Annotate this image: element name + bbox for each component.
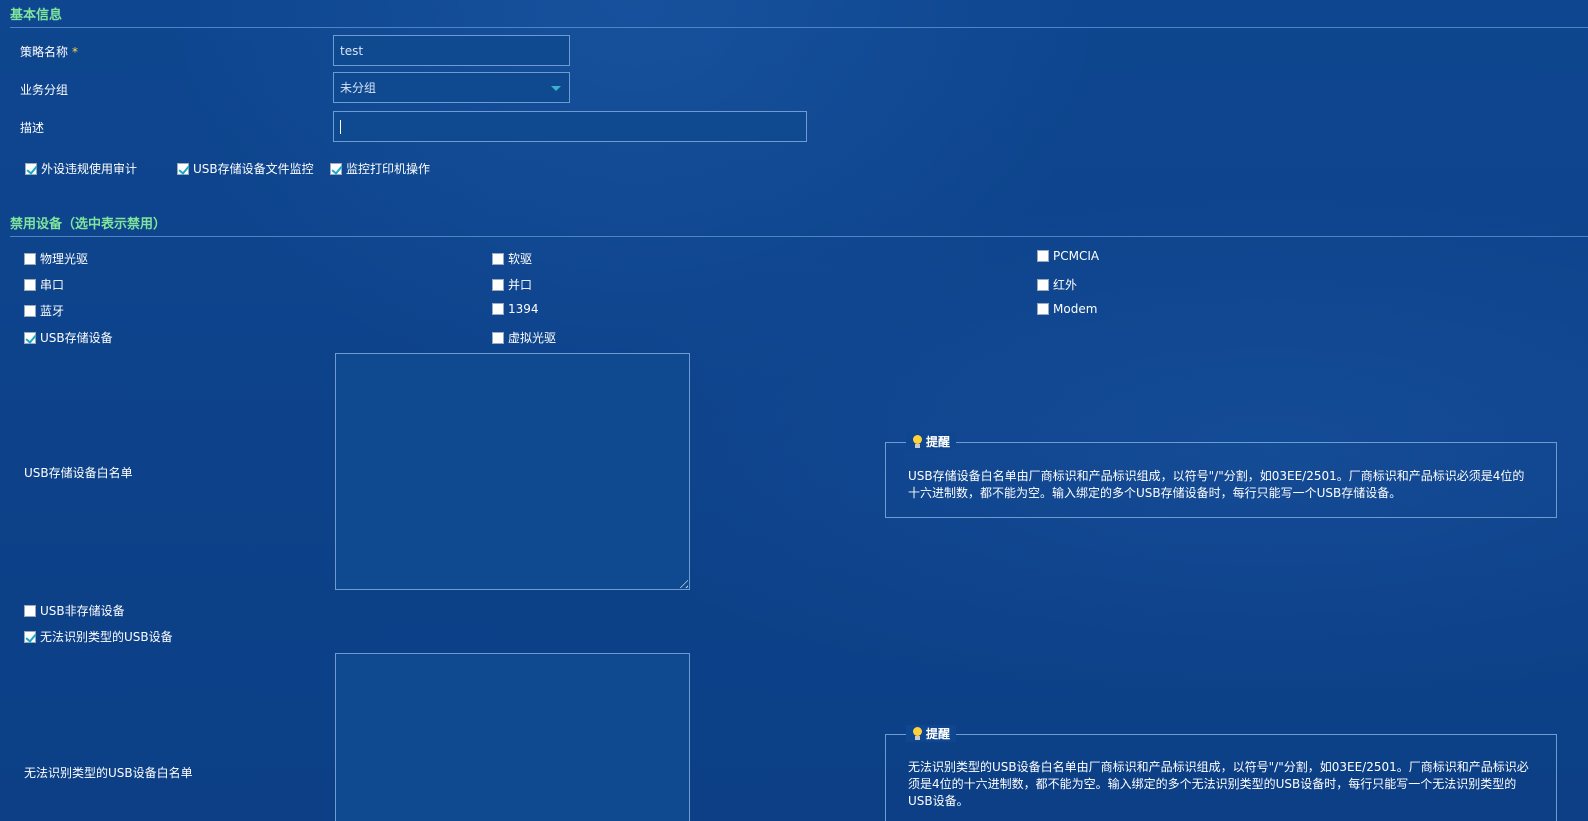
unknown-usb-whitelist-textarea[interactable] xyxy=(335,653,690,821)
checkbox-box[interactable] xyxy=(24,252,36,265)
usb-whitelist-label: USB存储设备白名单 xyxy=(24,466,133,480)
text-cursor xyxy=(340,119,341,134)
device-usb-non-storage-label: USB非存储设备 xyxy=(40,604,125,618)
checkbox-box[interactable] xyxy=(492,303,504,315)
option-usb-file-monitor-checkbox[interactable]: USB存储设备文件监控 xyxy=(177,160,314,177)
device-1394-checkbox[interactable]: 1394 xyxy=(492,302,539,316)
resize-handle[interactable] xyxy=(676,576,688,588)
chevron-down-icon xyxy=(551,86,561,91)
option-printer-monitor-label: 监控打印机操作 xyxy=(346,162,431,176)
option-usb-file-monitor-label: USB存储设备文件监控 xyxy=(193,162,314,176)
policy-name-label-text: 策略名称 xyxy=(20,45,69,59)
device-serial-checkbox[interactable]: 串口 xyxy=(24,276,64,293)
device-usb-non-storage-checkbox[interactable]: USB非存储设备 xyxy=(24,602,125,619)
tip-legend: 提醒 xyxy=(906,725,957,742)
usb-whitelist-textarea[interactable] xyxy=(335,353,690,590)
checkbox-box[interactable] xyxy=(330,162,342,175)
tip-legend: 提醒 xyxy=(906,433,957,450)
checkbox-box[interactable] xyxy=(492,331,504,344)
device-usb-unknown-checkbox[interactable]: 无法识别类型的USB设备 xyxy=(24,628,173,645)
device-floppy-label: 软驱 xyxy=(508,252,533,266)
device-pcmcia-label: PCMCIA xyxy=(1053,249,1100,263)
section-title-disabled-devices: 禁用设备（选中表示禁用） xyxy=(10,217,167,232)
policy-name-label: 策略名称 * xyxy=(20,43,78,60)
description-input[interactable] xyxy=(333,111,807,142)
device-1394-label: 1394 xyxy=(508,302,539,316)
option-audit-label: 外设违规使用审计 xyxy=(41,162,138,176)
device-usb-storage-label: USB存储设备 xyxy=(40,331,113,345)
checkbox-box[interactable] xyxy=(24,630,36,643)
required-mark: * xyxy=(72,45,79,59)
tip-text: USB存储设备白名单由厂商标识和产品标识组成，以符号"/"分割，如03EE/25… xyxy=(908,469,1525,500)
device-virtual-optical-label: 虚拟光驱 xyxy=(508,331,557,345)
description-label: 描述 xyxy=(20,121,45,135)
checkbox-box[interactable] xyxy=(492,252,504,265)
policy-name-input[interactable]: test xyxy=(333,35,570,66)
lightbulb-icon xyxy=(912,726,922,741)
unknown-usb-whitelist-label: 无法识别类型的USB设备白名单 xyxy=(24,766,193,780)
option-printer-monitor-checkbox[interactable]: 监控打印机操作 xyxy=(330,160,430,177)
section-divider xyxy=(10,236,1588,237)
option-audit-checkbox[interactable]: 外设违规使用审计 xyxy=(25,160,137,177)
device-pcmcia-checkbox[interactable]: PCMCIA xyxy=(1037,249,1099,263)
checkbox-box[interactable] xyxy=(24,278,36,291)
lightbulb-icon xyxy=(912,434,922,449)
device-infrared-label: 红外 xyxy=(1053,278,1078,292)
group-label: 业务分组 xyxy=(20,83,69,97)
checkbox-box[interactable] xyxy=(24,304,36,317)
tip-title: 提醒 xyxy=(926,727,951,741)
device-bluetooth-label: 蓝牙 xyxy=(40,304,65,318)
checkbox-box[interactable] xyxy=(24,331,36,344)
device-virtual-optical-checkbox[interactable]: 虚拟光驱 xyxy=(492,329,556,346)
device-parallel-checkbox[interactable]: 并口 xyxy=(492,276,532,293)
device-usb-unknown-label: 无法识别类型的USB设备 xyxy=(40,630,173,644)
section-divider xyxy=(10,27,1588,28)
checkbox-box[interactable] xyxy=(1037,303,1049,315)
device-bluetooth-checkbox[interactable]: 蓝牙 xyxy=(24,302,64,319)
checkbox-box[interactable] xyxy=(1037,250,1049,262)
tip-box-usb-whitelist: 提醒 USB存储设备白名单由厂商标识和产品标识组成，以符号"/"分割，如03EE… xyxy=(885,433,1557,518)
checkbox-box[interactable] xyxy=(492,278,504,291)
tip-title: 提醒 xyxy=(926,435,951,449)
group-select-value: 未分组 xyxy=(340,81,377,95)
tip-text: 无法识别类型的USB设备白名单由厂商标识和产品标识组成，以符号"/"分割，如03… xyxy=(908,760,1529,808)
device-modem-checkbox[interactable]: Modem xyxy=(1037,302,1097,316)
checkbox-box[interactable] xyxy=(25,162,37,175)
checkbox-box[interactable] xyxy=(1037,278,1049,291)
device-modem-label: Modem xyxy=(1053,302,1098,316)
device-infrared-checkbox[interactable]: 红外 xyxy=(1037,276,1077,293)
device-parallel-label: 并口 xyxy=(508,278,533,292)
tip-box-unknown-usb-whitelist: 提醒 无法识别类型的USB设备白名单由厂商标识和产品标识组成，以符号"/"分割，… xyxy=(885,725,1557,821)
device-serial-label: 串口 xyxy=(40,278,65,292)
group-select[interactable]: 未分组 xyxy=(333,72,570,103)
checkbox-box[interactable] xyxy=(24,604,36,617)
device-floppy-checkbox[interactable]: 软驱 xyxy=(492,250,532,267)
device-optical-checkbox[interactable]: 物理光驱 xyxy=(24,250,88,267)
checkbox-box[interactable] xyxy=(177,162,189,175)
section-title-basic: 基本信息 xyxy=(10,8,63,23)
device-optical-label: 物理光驱 xyxy=(40,252,89,266)
device-usb-storage-checkbox[interactable]: USB存储设备 xyxy=(24,329,113,346)
